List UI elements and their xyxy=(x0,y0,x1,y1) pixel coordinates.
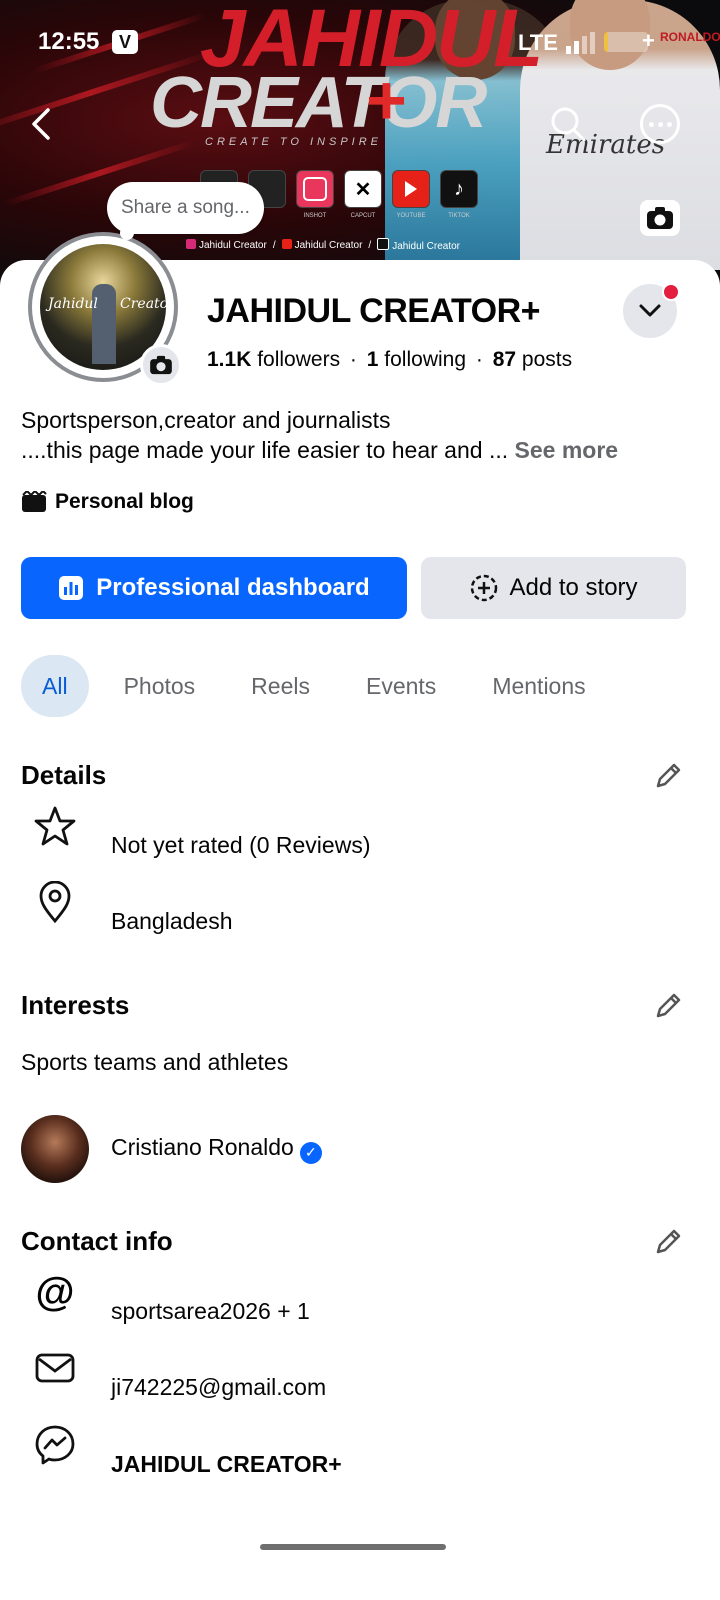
interests-category: Sports teams and athletes xyxy=(21,1049,289,1075)
messenger-name[interactable]: JAHIDUL CREATOR+ xyxy=(111,1451,342,1478)
followers-label[interactable]: followers xyxy=(257,348,340,371)
cover-title-plus: + xyxy=(366,61,407,139)
home-indicator[interactable] xyxy=(260,1544,446,1550)
signal-icon xyxy=(566,32,595,54)
edit-interests-pencil-icon[interactable] xyxy=(652,990,684,1022)
tab-all[interactable]: All xyxy=(21,655,89,717)
chevron-down-icon xyxy=(639,304,661,317)
capcut-icon: ✕ CAPCUT xyxy=(344,170,382,219)
professional-dashboard-button[interactable]: Professional dashboard xyxy=(21,557,407,619)
bio-line2: ....this page made your life easier to h… xyxy=(21,437,619,463)
profile-name: JAHIDUL CREATOR+ xyxy=(207,292,541,330)
notification-dot xyxy=(662,283,680,301)
posts-label: posts xyxy=(521,348,573,371)
star-icon xyxy=(34,805,76,847)
youtube-icon: YOUTUBE xyxy=(392,170,430,219)
verified-badge-icon: ✓ xyxy=(299,1141,322,1164)
clapperboard-icon xyxy=(22,491,47,512)
ronaldo-avatar[interactable] xyxy=(21,1115,89,1183)
interest-item: Cristiano Ronaldo ✓ xyxy=(111,1134,322,1164)
location-pin-icon xyxy=(34,881,76,923)
followers-count[interactable]: 1.1K xyxy=(207,348,251,371)
cover-tagline: CREATE TO INSPIRE xyxy=(205,136,383,148)
profile-stats: 1.1K followers · 1 following · 87 posts xyxy=(207,348,573,371)
messenger-icon xyxy=(34,1424,76,1466)
status-time: 12:55 xyxy=(38,28,100,55)
tab-mentions[interactable]: Mentions xyxy=(471,655,606,717)
see-more-link[interactable]: See more xyxy=(515,437,619,463)
profile-tabs: All Photos Reels Events Mentions xyxy=(21,655,607,717)
cover-camera-icon[interactable] xyxy=(640,200,680,236)
interest-item-name[interactable]: Cristiano Ronaldo xyxy=(111,1134,294,1160)
bio-line1: Sportsperson,creator and journalists xyxy=(21,407,391,433)
cover-corner-text: RONALDO xyxy=(660,30,720,44)
carrier-badge: V xyxy=(112,30,138,54)
avatar-text-right: Creator xyxy=(120,296,166,312)
inshot-icon: INSHOT xyxy=(296,170,334,219)
tab-events[interactable]: Events xyxy=(345,655,457,717)
at-sign-icon: @ xyxy=(35,1269,75,1314)
dashboard-chart-icon xyxy=(59,576,84,600)
edit-contact-pencil-icon[interactable] xyxy=(652,1226,684,1258)
avatar-text-left: Jahidul xyxy=(48,296,98,312)
posts-count: 87 xyxy=(492,348,517,371)
tab-reels[interactable]: Reels xyxy=(230,655,331,717)
cover-title-line2: CREATOR xyxy=(150,63,487,143)
interests-heading: Interests xyxy=(21,990,130,1020)
tiktok-icon: ♪ TIKTOK xyxy=(440,170,478,219)
page-category: Personal blog xyxy=(21,490,194,514)
network-type: LTE xyxy=(518,30,558,55)
contact-heading: Contact info xyxy=(21,1226,173,1256)
more-options-icon[interactable] xyxy=(640,104,680,144)
tab-photos[interactable]: Photos xyxy=(103,655,217,717)
add-story-icon xyxy=(471,574,498,602)
rating-text: Not yet rated (0 Reviews) xyxy=(111,832,371,858)
email-text[interactable]: ji742225@gmail.com xyxy=(111,1374,326,1401)
following-label[interactable]: following xyxy=(384,348,466,371)
back-arrow-icon[interactable] xyxy=(28,106,58,142)
bubble-tail xyxy=(120,226,134,240)
cover-social-bar: Jahidul Creator / Jahidul Creator / Jahidu… xyxy=(186,238,460,252)
location-text: Bangladesh xyxy=(111,908,233,934)
following-count[interactable]: 1 xyxy=(367,348,379,371)
charging-icon: + xyxy=(642,28,655,53)
details-heading: Details xyxy=(21,760,107,790)
avatar-camera-icon[interactable] xyxy=(140,344,182,386)
edit-details-pencil-icon[interactable] xyxy=(652,760,684,792)
search-icon[interactable] xyxy=(548,104,588,144)
social-handle[interactable]: sportsarea2026 + 1 xyxy=(111,1298,310,1325)
add-to-story-button[interactable]: Add to story xyxy=(421,557,686,619)
mail-icon xyxy=(34,1347,76,1389)
